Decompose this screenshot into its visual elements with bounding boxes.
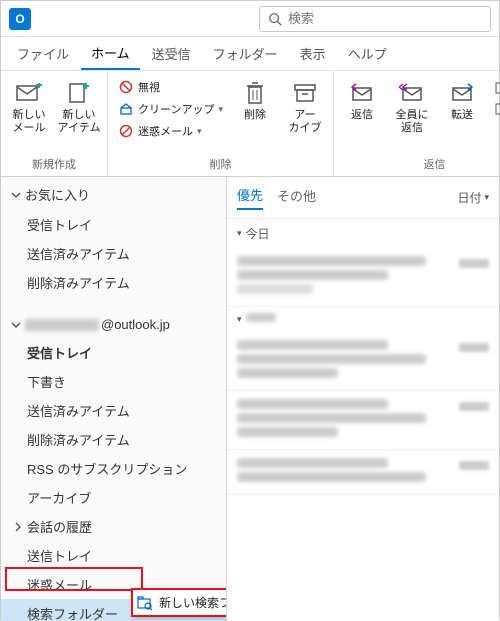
context-new-search-folder[interactable]: 新しい検索フォルダー(S)... — [159, 594, 227, 611]
ignore-label: 無視 — [138, 79, 160, 95]
account-suffix: @outlook.jp — [101, 317, 170, 332]
content-area: お気に入り 受信トレイ 送信済みアイテム 削除済みアイテム @outlook.j… — [1, 177, 499, 621]
fav-inbox[interactable]: 受信トレイ — [1, 210, 226, 239]
chevron-down-icon: ▾ — [237, 228, 242, 239]
more-respond-button[interactable]: そ — [490, 99, 500, 119]
ignore-button[interactable]: 無視 — [114, 77, 227, 97]
delete-label: 削除 — [244, 109, 266, 122]
new-mail-label: 新しい メール — [13, 109, 46, 135]
reply-all-icon — [398, 79, 426, 107]
favorites-header[interactable]: お気に入り — [1, 177, 226, 210]
group-header[interactable]: ▾ — [227, 307, 499, 332]
today-label: 今日 — [246, 225, 270, 242]
cleanup-label: クリーンアップ — [138, 101, 214, 117]
cleanup-icon — [118, 101, 134, 117]
sort-button[interactable]: 日付▾ — [457, 189, 489, 206]
chevron-down-icon: ▾ — [484, 192, 489, 203]
fav-sent[interactable]: 送信済みアイテム — [1, 239, 226, 268]
group-today[interactable]: ▾ 今日 — [227, 219, 499, 248]
tab-other[interactable]: その他 — [277, 186, 316, 209]
junk-label: 迷惑メール — [138, 123, 193, 139]
title-bar: O — [1, 1, 499, 37]
group-label-new: 新規作成 — [7, 154, 101, 174]
folder-inbox[interactable]: 受信トレイ — [1, 338, 226, 367]
folder-rss[interactable]: RSS のサブスクリプション — [1, 454, 226, 483]
chevron-down-icon — [11, 320, 21, 330]
forward-icon — [448, 79, 476, 107]
forward-button[interactable]: 転送 — [440, 75, 484, 122]
chevron-down-icon: ▾ — [197, 126, 202, 137]
menu-bar: ファイル ホーム 送受信 フォルダー 表示 ヘルプ — [1, 37, 499, 71]
favorites-label: お気に入り — [25, 185, 90, 204]
trash-icon — [241, 79, 269, 107]
meeting-button[interactable]: 会 — [490, 77, 500, 97]
mail-list-header: 優先 その他 日付▾ — [227, 177, 499, 219]
folder-drafts[interactable]: 下書き — [1, 367, 226, 396]
folder-outbox[interactable]: 送信トレイ — [1, 541, 226, 570]
archive-button[interactable]: アー カイブ — [283, 75, 327, 135]
junk-button[interactable]: 迷惑メール ▾ — [114, 121, 227, 141]
tab-home[interactable]: ホーム — [81, 37, 140, 70]
folder-conv-history[interactable]: 会話の履歴 — [1, 512, 226, 541]
folder-archive[interactable]: アーカイブ — [1, 483, 226, 512]
tab-view[interactable]: 表示 — [290, 38, 336, 69]
ribbon-group-new: 新しい メール 新しい アイテム 新規作成 — [1, 71, 108, 176]
ribbon: 新しい メール 新しい アイテム 新規作成 無視 クリーンアップ ▾ 迷惑メール ▾… — [1, 71, 499, 177]
ignore-icon — [118, 79, 134, 95]
folder-deleted[interactable]: 削除済みアイテム — [1, 425, 226, 454]
ribbon-group-delete: 無視 クリーンアップ ▾ 迷惑メール ▾ 削除 アー カイブ 削除 — [108, 71, 334, 176]
account-header[interactable]: @outlook.jp — [1, 309, 226, 338]
archive-label: アー カイブ — [288, 109, 321, 135]
cleanup-button[interactable]: クリーンアップ ▾ — [114, 99, 227, 119]
ribbon-group-respond: 返信 全員に 返信 転送 会 そ 返信 — [334, 71, 500, 176]
new-mail-button[interactable]: 新しい メール — [7, 75, 51, 135]
reply-label: 返信 — [351, 109, 373, 122]
group-label-respond: 返信 — [340, 154, 500, 174]
new-item-label: 新しい アイテム — [58, 109, 101, 135]
conv-history-label: 会話の履歴 — [27, 517, 92, 536]
search-input[interactable] — [288, 11, 482, 26]
context-menu: 新しい検索フォルダー(S)... — [131, 588, 227, 617]
tab-file[interactable]: ファイル — [7, 38, 79, 69]
chevron-right-icon — [13, 522, 23, 532]
tab-focused[interactable]: 優先 — [237, 185, 263, 210]
tab-help[interactable]: ヘルプ — [338, 38, 397, 69]
folder-sidebar: お気に入り 受信トレイ 送信済みアイテム 削除済みアイテム @outlook.j… — [1, 177, 227, 621]
search-box[interactable] — [259, 6, 491, 32]
new-item-icon — [65, 79, 93, 107]
reply-all-button[interactable]: 全員に 返信 — [390, 75, 434, 135]
new-mail-icon — [15, 79, 43, 107]
chevron-down-icon: ▾ — [237, 314, 242, 325]
mail-item[interactable] — [227, 332, 499, 391]
search-icon — [268, 12, 282, 26]
tab-folder[interactable]: フォルダー — [203, 38, 288, 69]
mail-item[interactable] — [227, 391, 499, 450]
more-icon — [494, 101, 500, 117]
archive-icon — [291, 79, 319, 107]
junk-icon — [118, 123, 134, 139]
reply-all-label: 全員に 返信 — [395, 109, 428, 135]
delete-button[interactable]: 削除 — [233, 75, 277, 122]
fav-deleted[interactable]: 削除済みアイテム — [1, 268, 226, 297]
mail-item[interactable] — [227, 248, 499, 307]
sort-label: 日付 — [457, 189, 481, 206]
search-folder-icon — [137, 595, 153, 611]
reply-button[interactable]: 返信 — [340, 75, 384, 122]
mail-item[interactable] — [227, 450, 499, 495]
meeting-icon — [494, 79, 500, 95]
tab-sendrecv[interactable]: 送受信 — [142, 38, 201, 69]
reply-icon — [348, 79, 376, 107]
chevron-down-icon — [11, 190, 21, 200]
mail-list: 優先 その他 日付▾ ▾ 今日 ▾ — [227, 177, 499, 621]
account-name-blurred — [25, 319, 99, 331]
outlook-app-icon: O — [9, 8, 31, 30]
new-item-button[interactable]: 新しい アイテム — [57, 75, 101, 135]
chevron-down-icon: ▾ — [218, 104, 223, 115]
forward-label: 転送 — [451, 109, 473, 122]
group-label-delete: 削除 — [114, 154, 327, 174]
folder-sent[interactable]: 送信済みアイテム — [1, 396, 226, 425]
